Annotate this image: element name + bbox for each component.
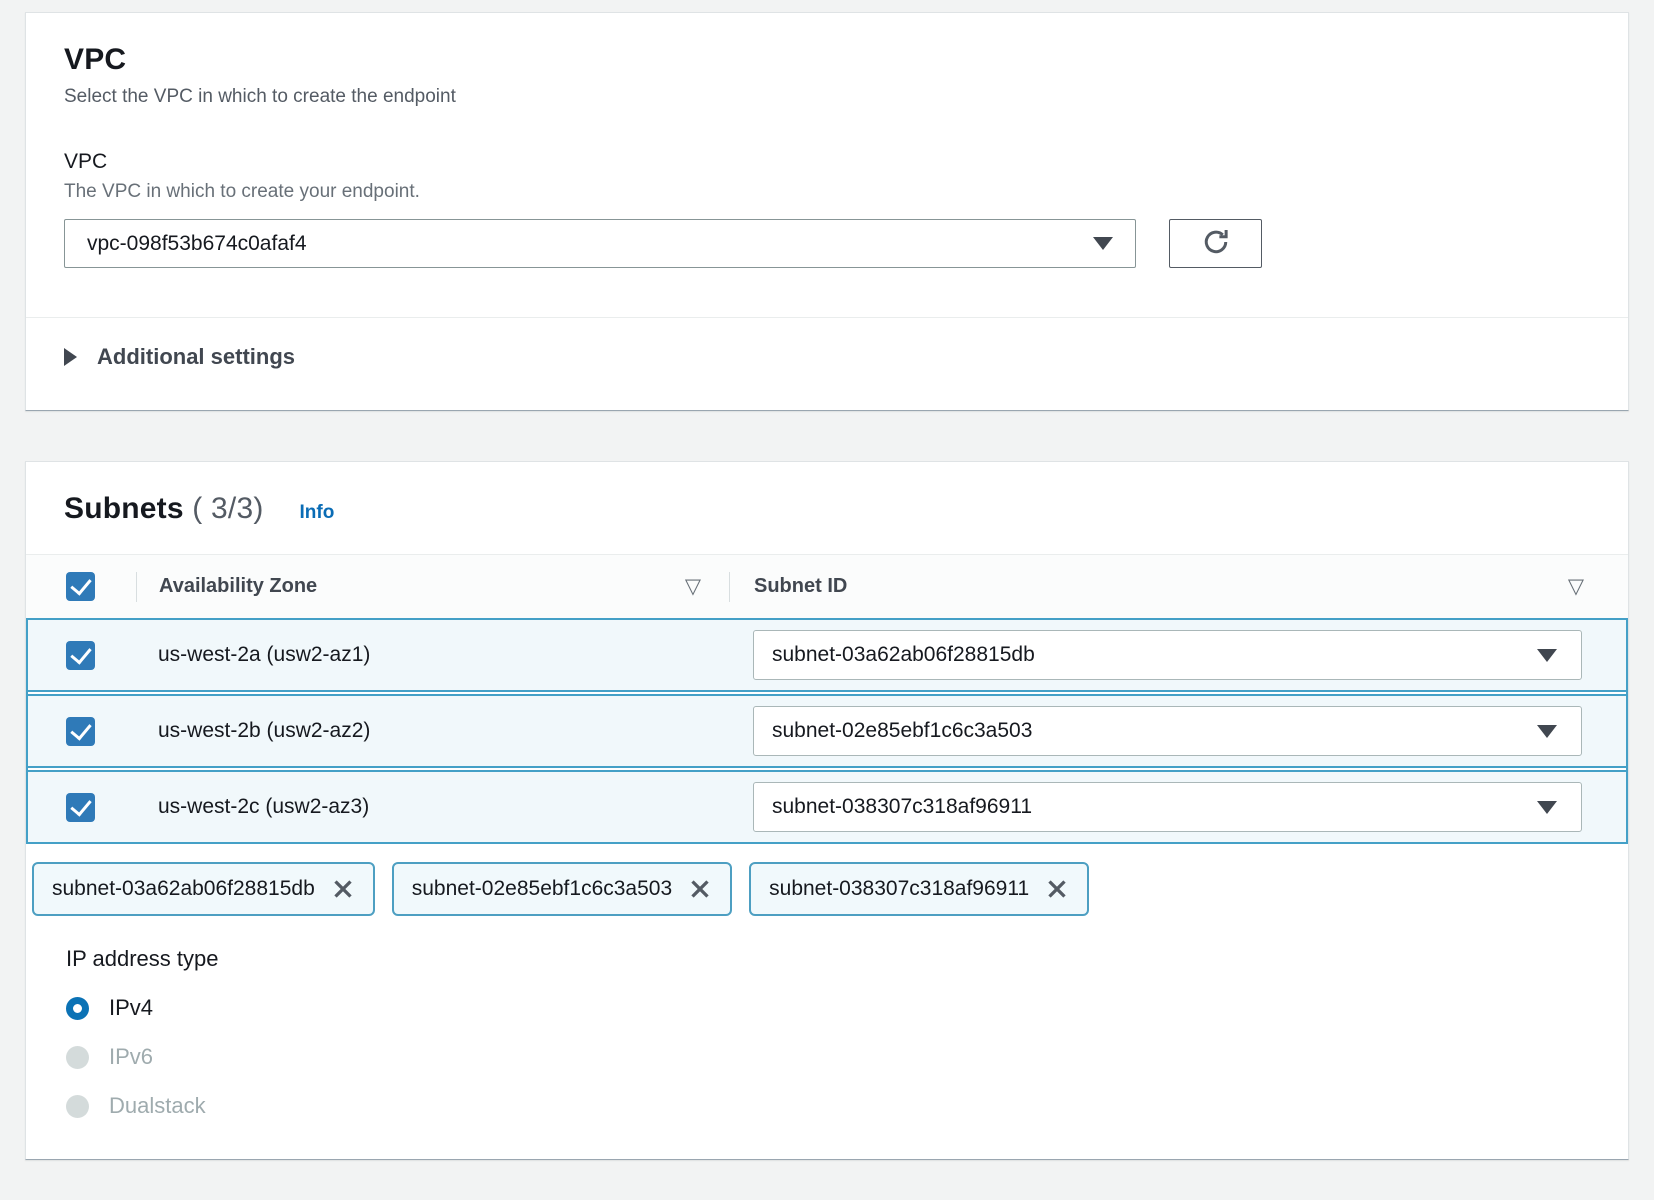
subnet-select[interactable]: subnet-02e85ebf1c6c3a503	[753, 706, 1582, 756]
subnets-panel-header: Subnets ( 3/3) Info	[26, 462, 1628, 554]
chip-label: subnet-03a62ab06f28815db	[52, 877, 315, 901]
subnets-table-header: Availability Zone ▽ Subnet ID ▽	[26, 554, 1628, 618]
subnets-panel-title: Subnets ( 3/3)	[64, 492, 264, 526]
subnet-id-header-label: Subnet ID	[754, 575, 847, 598]
ip-address-type-group: IP address type IPv4 IPv6 Dualstack	[26, 916, 1628, 1159]
vpc-select[interactable]: vpc-098f53b674c0afaf4	[64, 219, 1136, 268]
subnets-table-body: us-west-2a (usw2-az1) subnet-03a62ab06f2…	[26, 618, 1628, 844]
subnet-chip: subnet-02e85ebf1c6c3a503	[392, 862, 732, 916]
row-checkbox[interactable]	[66, 793, 95, 822]
chip-label: subnet-02e85ebf1c6c3a503	[412, 877, 672, 901]
select-all-checkbox[interactable]	[66, 572, 95, 601]
vpc-panel-title: VPC	[64, 43, 1590, 77]
subnet-select-value: subnet-02e85ebf1c6c3a503	[772, 719, 1032, 743]
radio-label: IPv4	[109, 995, 153, 1021]
subnet-id-column-header: Subnet ID ▽	[730, 574, 1628, 599]
row-checkbox[interactable]	[66, 717, 95, 746]
close-icon[interactable]	[1045, 877, 1069, 901]
radio-option-ipv4[interactable]: IPv4	[66, 995, 1590, 1021]
refresh-icon	[1201, 227, 1231, 260]
additional-settings-label: Additional settings	[97, 344, 295, 370]
chevron-down-icon	[1537, 801, 1557, 814]
sort-down-icon[interactable]: ▽	[1568, 574, 1584, 599]
refresh-button[interactable]	[1169, 219, 1262, 268]
subnets-count: ( 3/3)	[192, 492, 263, 525]
availability-zone-value: us-west-2c (usw2-az3)	[136, 795, 729, 819]
vpc-field-label: VPC	[64, 150, 1590, 174]
subnet-select[interactable]: subnet-038307c318af96911	[753, 782, 1582, 832]
subnet-select-value: subnet-038307c318af96911	[772, 795, 1032, 819]
vpc-form: VPC The VPC in which to create your endp…	[26, 108, 1628, 268]
close-icon[interactable]	[331, 877, 355, 901]
availability-zone-header-label: Availability Zone	[159, 575, 317, 598]
close-icon[interactable]	[688, 877, 712, 901]
info-link[interactable]: Info	[300, 502, 335, 524]
availability-zone-value: us-west-2a (usw2-az1)	[136, 643, 729, 667]
subnets-title-text: Subnets	[64, 492, 184, 525]
vpc-select-value: vpc-098f53b674c0afaf4	[87, 232, 307, 256]
vpc-field-description: The VPC in which to create your endpoint…	[64, 181, 1590, 203]
subnet-select-value: subnet-03a62ab06f28815db	[772, 643, 1035, 667]
radio-option-ipv6: IPv6	[66, 1044, 1590, 1070]
table-row: us-west-2b (usw2-az2) subnet-02e85ebf1c6…	[28, 694, 1626, 768]
header-checkbox-cell	[26, 572, 136, 601]
radio-disabled-icon	[66, 1046, 89, 1069]
vpc-panel: VPC Select the VPC in which to create th…	[25, 12, 1629, 411]
radio-label: IPv6	[109, 1044, 153, 1070]
sort-down-icon[interactable]: ▽	[685, 574, 701, 599]
chevron-down-icon	[1093, 237, 1113, 250]
chevron-down-icon	[1537, 725, 1557, 738]
subnet-chip: subnet-03a62ab06f28815db	[32, 862, 375, 916]
radio-checked-icon	[66, 997, 89, 1020]
expand-right-icon	[64, 348, 77, 366]
subnet-chip: subnet-038307c318af96911	[749, 862, 1089, 916]
ip-address-type-label: IP address type	[66, 946, 1590, 972]
vpc-panel-header: VPC Select the VPC in which to create th…	[26, 13, 1628, 108]
radio-label: Dualstack	[109, 1093, 206, 1119]
subnet-select[interactable]: subnet-03a62ab06f28815db	[753, 630, 1582, 680]
subnets-panel: Subnets ( 3/3) Info Availability Zone ▽ …	[25, 461, 1629, 1160]
chevron-down-icon	[1537, 649, 1557, 662]
vpc-panel-subtitle: Select the VPC in which to create the en…	[64, 86, 1590, 108]
radio-option-dualstack: Dualstack	[66, 1093, 1590, 1119]
additional-settings-expander[interactable]: Additional settings	[26, 318, 1628, 410]
table-row: us-west-2c (usw2-az3) subnet-038307c318a…	[28, 770, 1626, 844]
table-row: us-west-2a (usw2-az1) subnet-03a62ab06f2…	[28, 618, 1626, 692]
radio-disabled-icon	[66, 1095, 89, 1118]
page: VPC Select the VPC in which to create th…	[0, 0, 1654, 1160]
availability-zone-value: us-west-2b (usw2-az2)	[136, 719, 729, 743]
vpc-select-row: vpc-098f53b674c0afaf4	[64, 219, 1590, 268]
selected-subnet-chips: subnet-03a62ab06f28815db subnet-02e85ebf…	[32, 862, 1628, 916]
row-checkbox[interactable]	[66, 641, 95, 670]
availability-zone-column-header: Availability Zone ▽	[137, 574, 729, 599]
chip-label: subnet-038307c318af96911	[769, 877, 1029, 901]
